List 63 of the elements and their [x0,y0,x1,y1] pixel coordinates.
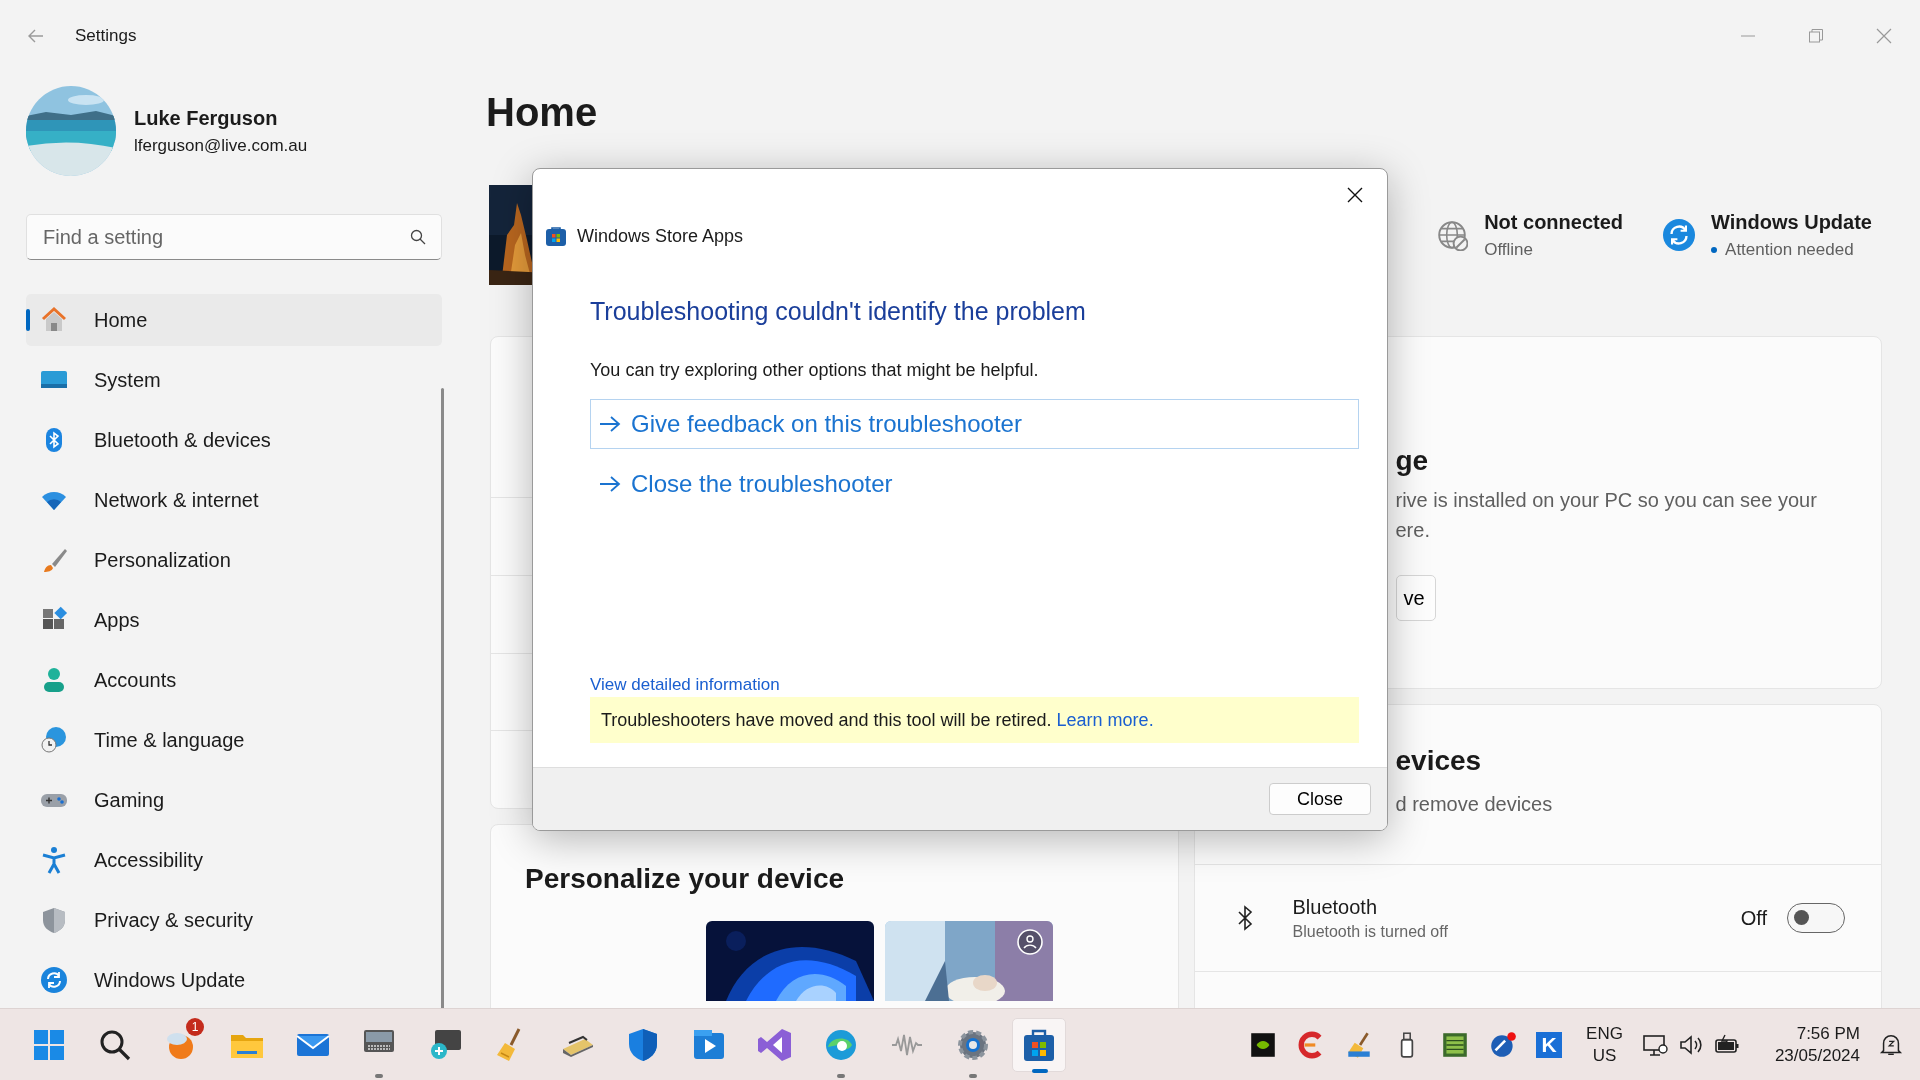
image-badge-icon [1017,929,1043,955]
status-title: Not connected [1484,210,1624,234]
close-button[interactable]: Close [1269,783,1371,815]
search-field[interactable]: Find a setting [26,214,442,260]
status-subtitle: Offline [1484,239,1533,260]
globe-clock-icon [40,726,68,754]
nav-item[interactable]: Bluetooth & devices [26,414,442,466]
nav-item[interactable]: Accounts [26,654,442,706]
scrollbar[interactable] [441,388,444,1008]
card-text: d remove devices [1395,793,1554,816]
nav-item[interactable]: Windows Update [26,954,442,1006]
nav-item[interactable]: Gaming [26,774,442,826]
tray-app-logo[interactable]: K [1536,1031,1563,1058]
toggle-label: Off [1740,906,1767,930]
search-icon [410,229,426,245]
taskbar-button[interactable] [1012,1017,1066,1072]
nav-item[interactable]: Personalization [26,534,442,586]
arrow-icon [599,475,621,493]
taskbar-button[interactable]: 1 [154,1017,208,1072]
learn-more-link[interactable]: Learn more. [1056,709,1154,731]
nav-item[interactable]: Time & language [26,714,442,766]
dialog-title: Windows Store Apps [577,225,744,247]
status-title: Windows Update [1711,210,1872,234]
shield-icon [40,906,68,934]
option-link[interactable]: Close the troubleshooter [590,459,1359,509]
setting-title: Bluetooth [1292,895,1378,919]
account-email: lferguson@live.com.au [134,135,308,156]
restore-icon[interactable] [1808,28,1824,44]
nav-item[interactable]: Home [26,294,442,346]
setting-subtitle: Bluetooth is turned off [1292,922,1448,941]
alert-app-icon[interactable] [1488,1029,1519,1060]
home-icon [40,306,68,334]
nav-item[interactable]: Apps [26,594,442,646]
card-heading: evices [1395,745,1483,777]
language-indicator[interactable]: ENG US [1586,1022,1623,1067]
accessibility-icon [40,846,68,874]
close-icon[interactable] [1347,187,1363,203]
toggle-switch[interactable] [1787,903,1845,933]
clock[interactable]: 7:56 PM 23/05/2024 [1774,1022,1860,1067]
ribbon-icon [757,1026,793,1063]
window-title: Settings [75,26,137,46]
account-name: Luke Ferguson [134,106,279,130]
arrow-icon [599,415,621,433]
details-link[interactable]: View detailed information [590,675,780,694]
dialog-message: You can try exploring other options that might be helpful. [590,360,1040,381]
offline-globe-icon [1436,219,1469,251]
card-text: ere. [1395,523,1431,537]
card-heading: ge [1395,445,1430,477]
sync-icon [1663,219,1696,251]
page-heading: Home [486,92,599,136]
sync-icon [40,966,68,994]
nav-item[interactable]: System [26,354,442,406]
dialog-heading: Troubleshooting couldn't identify the problem [590,297,1087,326]
nav-item[interactable]: Network & internet [26,474,442,526]
nav-item[interactable]: Accessibility [26,834,442,886]
nav-item[interactable]: Privacy & security [26,894,442,946]
notice-text: Troubleshooters have moved and this tool will be retired. [601,709,1052,731]
card-button[interactable]: ve [1395,575,1436,621]
status-subtitle: Attention needed [1725,239,1854,260]
card-heading: Personalize your device [525,863,846,895]
option-link[interactable]: Give feedback on this troubleshooter [590,399,1359,449]
notification-badge: 1 [186,1017,204,1036]
store-bag-icon [545,225,567,247]
